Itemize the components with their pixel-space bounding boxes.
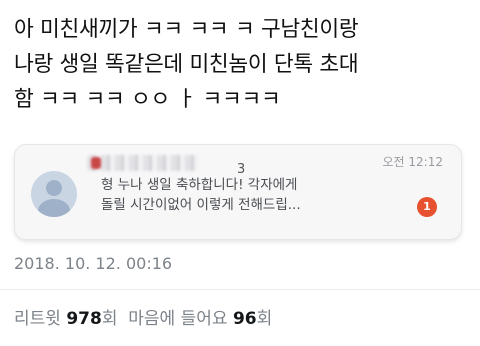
retweet-count[interactable]: 978 xyxy=(66,309,102,329)
message-preview: 형 누나 생일 축하합니다! 각자에게 돌릴 시간이없어 이렇게 전해드립... xyxy=(101,175,301,215)
tweet-line: 함 ㅋㅋ ㅋㅋ ㅇㅇ ㅏ ㅋㅋㅋㅋ xyxy=(14,87,281,112)
tweet-line: 아 미친새끼가 ㅋㅋ ㅋㅋ ㅋ 구남친이랑 xyxy=(14,17,359,42)
like-label[interactable]: 마음에 들어요 xyxy=(128,309,227,329)
tweet-timestamp[interactable]: 2018. 10. 12. 00:16 xyxy=(14,254,172,273)
like-count[interactable]: 96 xyxy=(233,309,257,329)
tweet-line: 나랑 생일 똑같은데 미친놈이 단톡 초대 xyxy=(14,52,359,77)
message-preview-line: 돌릴 시간이없어 이렇게 전해드립... xyxy=(101,197,301,213)
retweet-unit: 회 xyxy=(101,309,118,329)
redaction-mark xyxy=(91,157,101,169)
message-notification-card: 3 오전 12:12 형 누나 생일 축하합니다! 각자에게 돌릴 시간이없어 … xyxy=(14,144,462,240)
default-profile-icon xyxy=(31,171,77,217)
tweet-text: 아 미친새끼가 ㅋㅋ ㅋㅋ ㅋ 구남친이랑 나랑 생일 똑같은데 미친놈이 단톡… xyxy=(14,12,466,117)
divider xyxy=(0,289,480,290)
retweet-label[interactable]: 리트윗 xyxy=(14,309,61,329)
tweet-stats: 리트윗 978회 마음에 들어요 96회 xyxy=(14,304,272,329)
message-preview-line: 형 누나 생일 축하합니다! 각자에게 xyxy=(101,177,298,193)
message-time: 오전 12:12 xyxy=(382,155,443,169)
unread-count-badge: 1 xyxy=(417,197,437,217)
avatar-body xyxy=(38,199,70,217)
sender-name: 3 xyxy=(87,153,245,177)
redacted-sender-name xyxy=(87,155,199,171)
avatar-head xyxy=(46,180,62,196)
like-unit: 회 xyxy=(256,309,273,329)
